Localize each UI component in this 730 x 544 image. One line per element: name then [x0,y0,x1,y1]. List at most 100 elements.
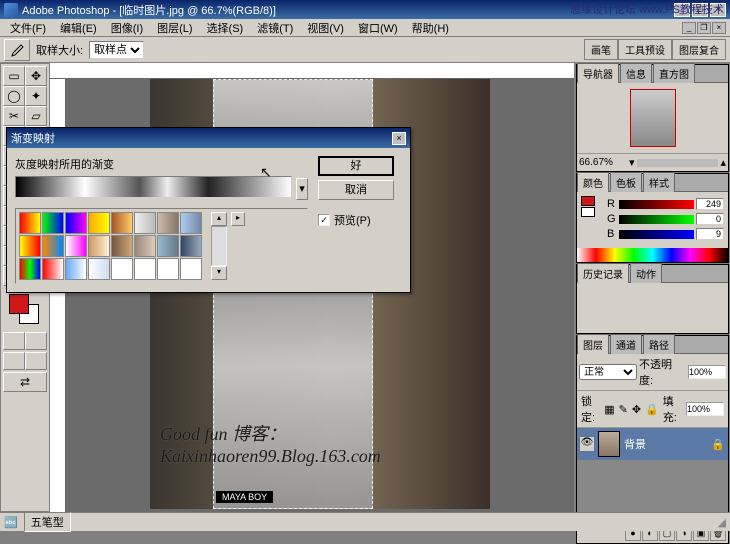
tab-layers[interactable]: 图层 [577,334,609,354]
lasso-tool[interactable]: ◯ [3,86,25,106]
gradient-preset[interactable] [134,258,156,280]
gradient-preset[interactable] [134,235,156,257]
gradient-preset[interactable] [42,235,64,257]
gradient-preset[interactable] [42,212,64,234]
zoom-slider[interactable] [637,159,719,167]
navigator-thumbnail[interactable] [630,89,676,147]
ime-icon[interactable]: 🔤 [4,516,18,529]
gradient-preset[interactable] [157,258,179,280]
sample-size-select[interactable]: 取样点 [89,41,144,59]
active-tool-icon[interactable] [4,39,30,61]
presets-scroll-track[interactable] [211,226,227,266]
gradient-preset[interactable] [111,235,133,257]
gradient-preset[interactable] [180,258,202,280]
color-swatches[interactable] [3,290,47,330]
resize-grip-icon[interactable]: ◢ [718,516,726,529]
menu-select[interactable]: 选择(S) [201,19,250,37]
tab-histogram[interactable]: 直方图 [653,63,695,83]
gradient-preset[interactable] [19,258,41,280]
tab-styles[interactable]: 样式 [643,172,675,192]
tab-actions[interactable]: 动作 [630,263,662,283]
marquee-tool[interactable]: ▭ [3,66,25,86]
r-slider[interactable] [619,200,694,209]
zoom-out-icon[interactable]: ▾ [629,156,635,169]
crop-tool[interactable]: ✂ [3,106,25,126]
menu-layer[interactable]: 图层(L) [151,19,198,37]
zoom-in-icon[interactable]: ▴ [720,156,726,169]
panel-fg-swatch[interactable] [581,196,595,206]
ime-status[interactable]: 五笔型 [24,512,71,532]
presets-menu-button[interactable]: ▸ [231,212,245,226]
lock-all-icon[interactable]: 🔒 [645,403,659,416]
doc-close-button[interactable]: × [712,22,726,34]
history-list[interactable] [577,283,728,333]
g-value[interactable]: 0 [696,213,724,225]
gradient-preview-bar[interactable] [15,176,292,198]
menu-filter[interactable]: 滤镜(T) [251,19,299,37]
gradient-preset[interactable] [157,235,179,257]
gradient-dropdown-button[interactable]: ▾ [296,178,308,200]
palette-brushes-tab[interactable]: 画笔 [584,39,618,60]
r-value[interactable]: 249 [696,198,724,210]
gradient-preset[interactable] [88,258,110,280]
menu-help[interactable]: 帮助(H) [406,19,455,37]
ok-button[interactable]: 好 [318,156,394,176]
b-slider[interactable] [619,230,694,239]
gradient-preset[interactable] [65,235,87,257]
doc-minimize-button[interactable]: _ [682,22,696,34]
gradient-preset[interactable] [180,212,202,234]
fill-input[interactable] [686,402,724,416]
zoom-percentage[interactable]: 66.67% [579,157,627,168]
cancel-button[interactable]: 取消 [318,180,394,200]
gradient-preset[interactable] [65,258,87,280]
tab-history[interactable]: 历史记录 [577,263,629,283]
tab-channels[interactable]: 通道 [610,334,642,354]
move-tool[interactable]: ✥ [25,66,47,86]
standard-mode-button[interactable] [3,332,25,350]
opacity-input[interactable] [688,365,726,379]
menu-view[interactable]: 视图(V) [301,19,350,37]
dialog-close-button[interactable]: × [392,132,406,145]
gradient-preset[interactable] [88,235,110,257]
gradient-preset[interactable] [180,235,202,257]
gradient-preset[interactable] [157,212,179,234]
panel-bg-swatch[interactable] [581,207,595,217]
foreground-color[interactable] [9,294,29,314]
ruler-horizontal[interactable] [50,63,574,79]
slice-tool[interactable]: ▱ [25,106,47,126]
menu-window[interactable]: 窗口(W) [352,19,404,37]
jump-to-button[interactable]: ⇄ [3,372,47,392]
lock-trans-icon[interactable]: ▦ [604,403,614,416]
gradient-preset[interactable] [134,212,156,234]
screen-mode-2[interactable] [25,352,47,370]
menu-edit[interactable]: 编辑(E) [54,19,103,37]
gradient-preset[interactable] [111,258,133,280]
palette-layercomps-tab[interactable]: 图层复合 [672,39,726,60]
doc-restore-button[interactable]: ❐ [697,22,711,34]
preview-checkbox[interactable]: ✓ [318,214,330,226]
blend-mode-select[interactable]: 正常 [579,364,637,380]
visibility-icon[interactable]: 👁 [580,437,594,451]
g-slider[interactable] [619,215,694,224]
tab-swatches[interactable]: 色板 [610,172,642,192]
gradient-preset[interactable] [88,212,110,234]
palette-presets-tab[interactable]: 工具预设 [618,39,672,60]
menu-file[interactable]: 文件(F) [4,19,52,37]
presets-scroll-down[interactable]: ▾ [211,266,227,280]
tab-info[interactable]: 信息 [620,63,652,83]
tab-navigator[interactable]: 导航器 [577,63,619,83]
layer-thumbnail[interactable] [598,431,620,457]
quickmask-button[interactable] [25,332,47,350]
lock-move-icon[interactable]: ✥ [632,403,641,416]
layer-row-background[interactable]: 👁 背景 🔒 [577,428,728,460]
gradient-preset[interactable] [19,212,41,234]
gradient-preset[interactable] [111,212,133,234]
gradient-preset[interactable] [65,212,87,234]
tab-color[interactable]: 颜色 [577,172,609,192]
spectrum-ramp[interactable] [577,248,728,262]
menu-image[interactable]: 图像(I) [105,19,149,37]
tab-paths[interactable]: 路径 [643,334,675,354]
gradient-preset[interactable] [19,235,41,257]
presets-scroll-up[interactable]: ▴ [211,212,227,226]
lock-paint-icon[interactable]: ✎ [619,403,628,416]
